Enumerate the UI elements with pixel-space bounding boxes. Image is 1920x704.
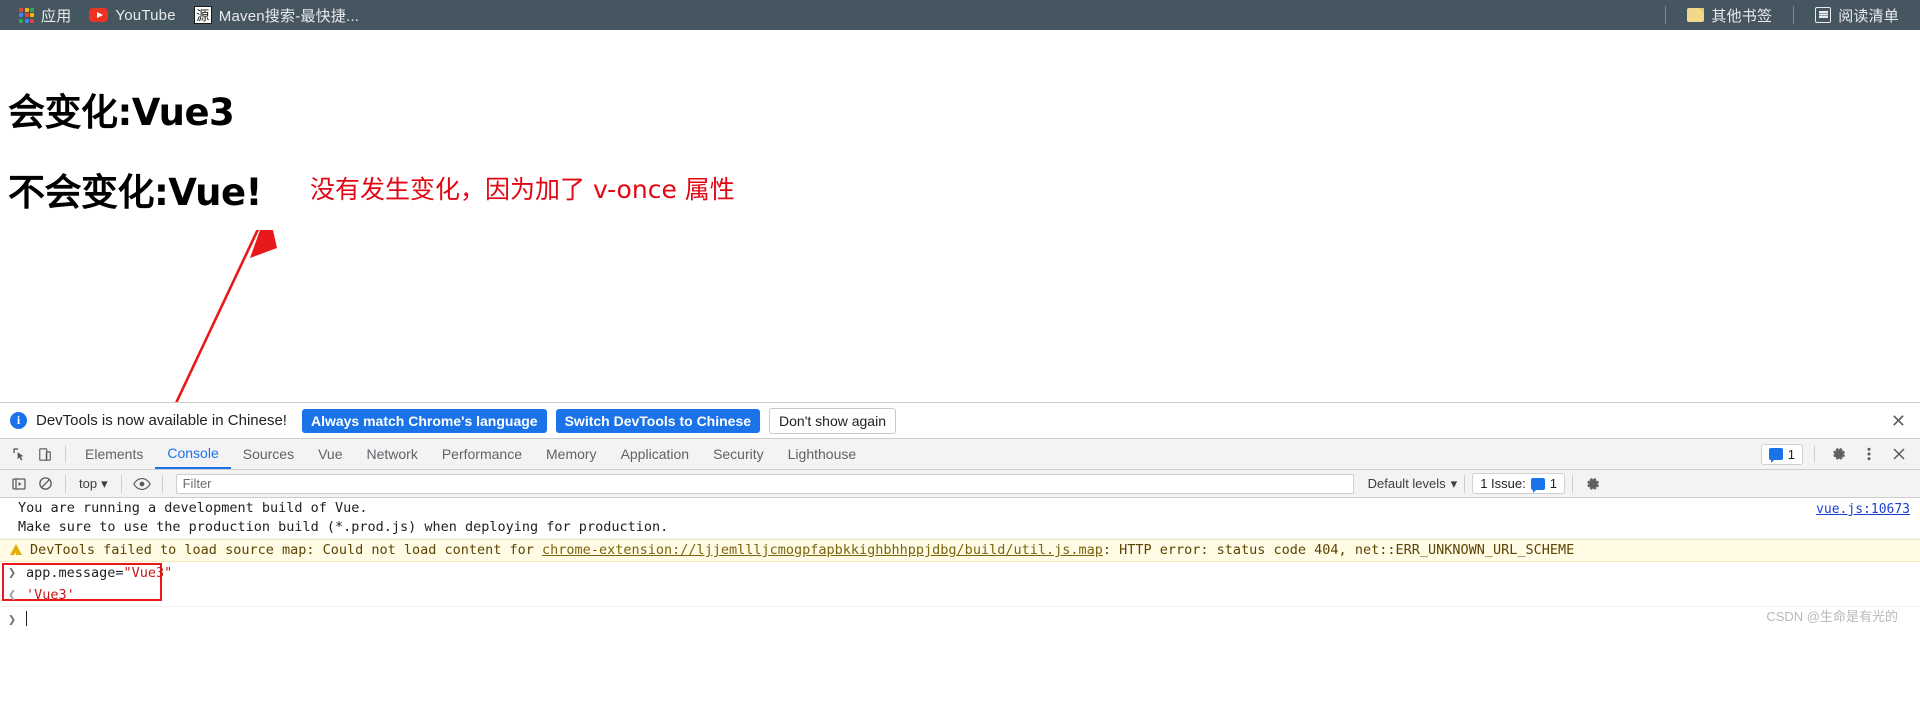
bookmark-maven-label: Maven搜索-最快捷...	[218, 7, 360, 25]
notice-message: DevTools is now available in Chinese!	[36, 412, 287, 429]
info-icon: i	[10, 412, 27, 429]
console-message-info[interactable]: You are running a development build of V…	[0, 498, 1920, 539]
heading-static: 不会变化:Vue!	[8, 171, 262, 214]
reading-list-icon	[1815, 7, 1832, 23]
devtools-tabbar: Elements Console Sources Vue Network Per…	[0, 438, 1920, 470]
tab-memory[interactable]: Memory	[534, 439, 609, 469]
tab-security[interactable]: Security	[701, 439, 776, 469]
bookmark-apps[interactable]: 应用	[10, 3, 80, 28]
console-info-line-1: You are running a development build of V…	[18, 500, 368, 516]
console-source-link[interactable]: vue.js:10673	[1816, 500, 1910, 519]
divider	[1464, 474, 1466, 493]
close-icon[interactable]: ✕	[1891, 412, 1906, 430]
apps-grid-icon	[19, 7, 34, 23]
issues-button[interactable]: 1 Issue: 1	[1472, 473, 1565, 494]
annotation-text: 没有发生变化，因为加了 v-once 属性	[310, 175, 735, 204]
other-bookmarks-button[interactable]: 其他书签	[1678, 3, 1781, 28]
message-icon	[1768, 448, 1783, 463]
folder-icon	[1687, 8, 1705, 22]
chevron-down-icon: ▾	[101, 475, 108, 491]
page-content: 会变化:Vue3 不会变化:Vue! 没有发生变化，因为加了 v-once 属性	[0, 30, 1920, 561]
other-bookmarks-label: 其他书签	[1711, 7, 1773, 25]
console-input-row[interactable]: ❯ app.message="Vue3"	[0, 562, 1920, 584]
console-filter-input[interactable]	[175, 473, 1354, 494]
input-expr-string: "Vue3"	[123, 565, 173, 581]
divider	[1571, 474, 1573, 493]
message-count-badge[interactable]: 1	[1760, 443, 1803, 465]
log-levels-select[interactable]: Default levels ▾	[1368, 476, 1458, 492]
input-prompt-icon: ❯	[8, 565, 17, 581]
tab-vue[interactable]: Vue	[306, 439, 354, 469]
divider	[1665, 6, 1667, 24]
reading-list-label: 阅读清单	[1838, 7, 1899, 25]
issues-label: 1 Issue:	[1480, 476, 1526, 491]
console-input-expression: app.message="Vue3"	[0, 565, 172, 581]
divider	[65, 445, 66, 463]
chevron-down-icon: ▾	[1450, 475, 1458, 491]
execution-context-value: top	[79, 476, 98, 491]
warning-link[interactable]: chrome-extension://ljjemllljcmogpfapbkki…	[542, 542, 1103, 558]
devtools-tab-list: Elements Console Sources Vue Network Per…	[73, 439, 868, 469]
input-expr-left: app.message=	[26, 565, 124, 581]
execute-script-icon[interactable]	[6, 471, 32, 497]
maven-icon: 源	[193, 6, 212, 24]
console-settings-gear-icon[interactable]	[1580, 471, 1606, 497]
devtools-tabbar-right: 1	[1760, 441, 1912, 467]
issues-count: 1	[1549, 476, 1557, 491]
tab-performance[interactable]: Performance	[430, 439, 534, 469]
tab-network[interactable]: Network	[354, 439, 429, 469]
dont-show-again-button[interactable]: Don't show again	[769, 407, 896, 434]
log-levels-value: Default levels	[1367, 476, 1446, 491]
execution-context-select[interactable]: top ▾	[73, 474, 114, 494]
youtube-icon	[89, 8, 109, 22]
console-filter-bar: top ▾ Default levels ▾ 1 Issue: 1	[0, 470, 1920, 498]
console-message-warning[interactable]: DevTools failed to load source map: Coul…	[0, 539, 1920, 566]
heading-changing: 会变化:Vue3	[8, 91, 235, 134]
divider	[1793, 6, 1795, 24]
issues-icon	[1530, 477, 1545, 493]
bookmark-youtube-label: YouTube	[115, 6, 176, 24]
console-output: You are running a development build of V…	[0, 498, 1920, 631]
bookmark-apps-label: 应用	[41, 7, 72, 25]
inspect-element-icon[interactable]	[6, 441, 32, 467]
text-caret	[26, 611, 27, 626]
tab-lighthouse[interactable]: Lighthouse	[776, 439, 869, 469]
switch-to-chinese-button[interactable]: Switch DevTools to Chinese	[555, 408, 761, 433]
bookmark-youtube[interactable]: YouTube	[80, 5, 184, 26]
clear-console-icon[interactable]	[32, 471, 58, 497]
close-icon[interactable]	[1886, 441, 1912, 467]
tab-elements[interactable]: Elements	[73, 439, 155, 469]
tab-application[interactable]: Application	[609, 439, 702, 469]
tab-console[interactable]: Console	[155, 439, 231, 469]
warning-icon	[10, 544, 22, 566]
divider	[65, 474, 66, 493]
divider	[120, 474, 122, 493]
bookmarks-bar: 应用 YouTube 源 Maven搜索-最快捷... 其他书签 阅读清单	[0, 0, 1920, 30]
always-match-language-button[interactable]: Always match Chrome's language	[301, 408, 547, 433]
console-output-row[interactable]: ❮ 'Vue3'	[0, 584, 1920, 606]
reading-list-button[interactable]: 阅读清单	[1806, 3, 1908, 28]
console-prompt-row[interactable]: ❯	[0, 606, 1920, 631]
bookmark-maven[interactable]: 源 Maven搜索-最快捷...	[185, 3, 368, 28]
prompt-icon: ❯	[8, 612, 17, 628]
device-toolbar-icon[interactable]	[32, 441, 58, 467]
gear-icon[interactable]	[1826, 441, 1852, 467]
bookmarks-bar-right: 其他书签 阅读清单	[1653, 3, 1908, 28]
tab-sources[interactable]: Sources	[231, 439, 306, 469]
warning-suffix: : HTTP error: status code 404, net::ERR_…	[1102, 542, 1575, 558]
message-count-value: 1	[1787, 446, 1795, 462]
watermark: CSDN @生命是有光的	[1766, 609, 1898, 624]
divider	[1814, 445, 1815, 463]
console-info-line-2: Make sure to use the production build (*…	[18, 519, 669, 535]
console-evaluation-group: ❯ app.message="Vue3" ❮ 'Vue3'	[0, 562, 1920, 606]
divider	[161, 474, 163, 493]
warning-prefix: DevTools failed to load source map: Coul…	[30, 542, 543, 558]
output-prompt-icon: ❮	[8, 587, 17, 603]
live-expression-icon[interactable]	[129, 471, 155, 497]
more-vertical-icon[interactable]	[1856, 441, 1882, 467]
devtools-language-notice: i DevTools is now available in Chinese! …	[0, 402, 1920, 438]
